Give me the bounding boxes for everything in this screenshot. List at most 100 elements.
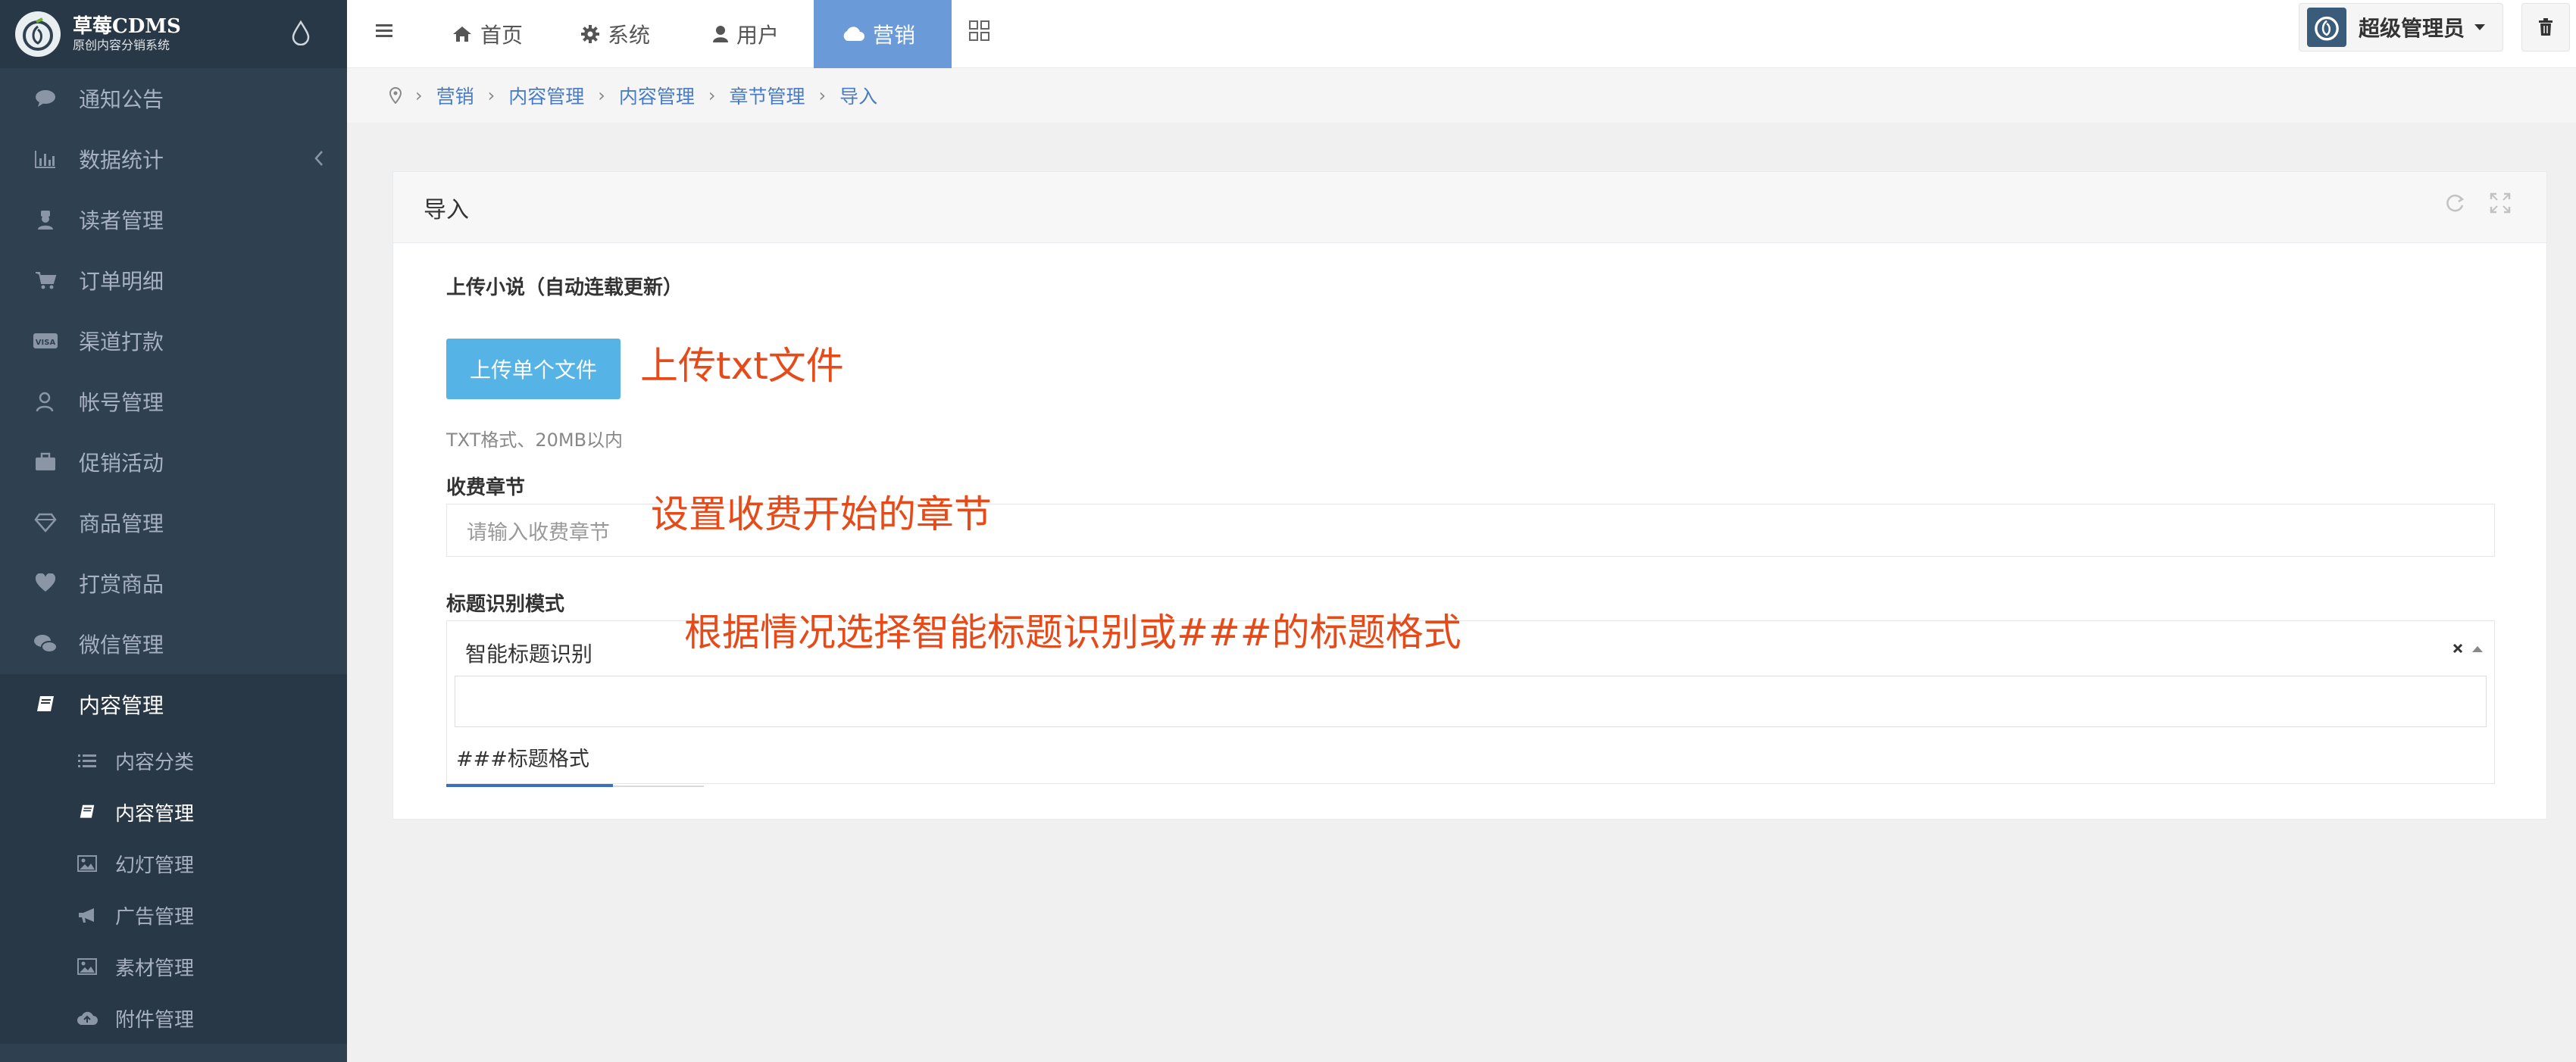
submenu-item-slides[interactable]: 幻灯管理 <box>0 838 347 889</box>
submenu-item-label: 内容分类 <box>115 751 195 774</box>
sidebar-item-label: 渠道打款 <box>79 330 164 355</box>
book-icon <box>76 804 98 820</box>
nav-marketing-label: 营销 <box>873 23 916 48</box>
caret-down-icon <box>2474 24 2486 30</box>
sidebar-item-label: 读者管理 <box>79 208 164 233</box>
chevron-left-icon <box>314 150 324 167</box>
breadcrumb-marketing[interactable]: 营销 <box>436 82 474 109</box>
sidebar-item-label: 订单明细 <box>79 269 164 294</box>
submenu-item-attachments[interactable]: 附件管理 <box>0 992 347 1044</box>
sidebar-item-payout[interactable]: VISA 渠道打款 <box>0 311 347 371</box>
upload-help-text: TXT格式、20MB以内 <box>446 429 624 451</box>
svg-text:VISA: VISA <box>36 339 56 347</box>
breadcrumb-separator: › <box>818 85 827 106</box>
bullhorn-icon <box>76 907 98 923</box>
avatar <box>2307 8 2346 47</box>
book-icon <box>30 695 61 714</box>
nav-user-label: 用户 <box>736 23 780 48</box>
breadcrumb-chapters[interactable]: 章节管理 <box>729 82 805 109</box>
theme-drop-icon[interactable] <box>291 20 311 45</box>
map-marker-icon <box>389 87 402 104</box>
cloud-icon <box>843 27 864 41</box>
upload-file-button[interactable]: 上传单个文件 <box>446 339 621 399</box>
nav-marketing[interactable]: 营销 <box>814 0 952 68</box>
fee-chapter-label: 收费章节 <box>446 476 526 499</box>
sidebar-menu: 通知公告 数据统计 读者管理 订单明细 VISA 渠道打款 帐号管理 促销活动 <box>0 68 347 735</box>
sidebar-item-label: 商品管理 <box>79 511 164 536</box>
submenu-item-content[interactable]: 内容管理 <box>0 786 347 838</box>
submenu-item-label: 素材管理 <box>115 957 195 980</box>
upload-label: 上传小说（自动连载更新） <box>446 276 683 299</box>
import-panel: 导入 上传小说（自动连载更新） 上传单个文件 上传txt文件 TXT格式、20M… <box>392 171 2547 820</box>
brand-subtitle: 原创内容分销系统 <box>73 38 170 52</box>
submenu-item-materials[interactable]: 素材管理 <box>0 941 347 992</box>
home-icon <box>453 27 471 42</box>
briefcase-icon <box>30 452 61 472</box>
sidebar-item-label: 帐号管理 <box>79 390 164 415</box>
sidebar-item-content[interactable]: 内容管理 <box>0 674 347 735</box>
clear-cache-button[interactable] <box>2521 3 2570 52</box>
apps-grid-icon[interactable] <box>968 20 991 42</box>
logo-icon <box>15 11 61 57</box>
sidebar-item-label: 打赏商品 <box>79 572 164 597</box>
breadcrumb-import[interactable]: 导入 <box>839 82 877 109</box>
visa-icon: VISA <box>30 333 61 349</box>
refresh-icon[interactable] <box>2443 192 2466 214</box>
menu-toggle-icon[interactable] <box>374 21 395 41</box>
image-icon <box>76 855 98 872</box>
sidebar-item-label: 促销活动 <box>79 451 164 476</box>
nav-system[interactable]: 系统 <box>580 0 650 68</box>
breadcrumb-content-list[interactable]: 内容管理 <box>619 82 695 109</box>
brand-title: 草莓CDMS <box>73 15 181 38</box>
top-navbar: 首页 系统 用户 营销 超级管理员 <box>347 0 2576 68</box>
user-icon <box>713 26 728 42</box>
breadcrumb-separator: › <box>487 85 496 106</box>
sidebar-item-stats[interactable]: 数据统计 <box>0 129 347 189</box>
submenu-item-label: 幻灯管理 <box>115 854 195 877</box>
sidebar-item-label: 数据统计 <box>79 148 164 173</box>
wechat-icon <box>30 633 61 654</box>
bar-chart-icon <box>30 149 61 169</box>
submenu-item-label: 内容管理 <box>115 802 195 826</box>
trash-icon <box>2539 18 2553 36</box>
sidebar-item-wechat[interactable]: 微信管理 <box>0 614 347 674</box>
sidebar-item-label: 通知公告 <box>79 87 164 112</box>
select-search-input[interactable] <box>455 676 2487 727</box>
submenu-item-label: 广告管理 <box>115 905 195 929</box>
title-mode-option[interactable]: ###标题格式 <box>456 742 589 772</box>
heart-icon <box>30 573 61 593</box>
sidebar-item-notice[interactable]: 通知公告 <box>0 68 347 129</box>
sidebar: 草莓CDMS 原创内容分销系统 通知公告 数据统计 读者管理 订单明细 VISA… <box>0 0 347 1062</box>
sidebar-item-products[interactable]: 商品管理 <box>0 492 347 553</box>
tab-underline <box>613 786 704 787</box>
panel-title: 导入 <box>424 196 469 223</box>
fee-chapter-placeholder: 请输入收费章节 <box>467 520 610 545</box>
submenu-item-ads[interactable]: 广告管理 <box>0 889 347 941</box>
sidebar-item-promotions[interactable]: 促销活动 <box>0 432 347 492</box>
clear-icon[interactable] <box>2452 642 2464 654</box>
admin-user-menu[interactable]: 超级管理员 <box>2299 3 2504 52</box>
breadcrumb-separator: › <box>598 85 605 106</box>
sidebar-item-label: 微信管理 <box>79 633 164 658</box>
fullscreen-icon[interactable] <box>2489 192 2512 214</box>
sidebar-item-rewards[interactable]: 打赏商品 <box>0 553 347 614</box>
panel-header: 导入 <box>393 172 2546 243</box>
nav-home[interactable]: 首页 <box>452 0 523 68</box>
breadcrumb-content-management[interactable]: 内容管理 <box>508 82 584 109</box>
submenu-item-category[interactable]: 内容分类 <box>0 735 347 786</box>
sidebar-item-orders[interactable]: 订单明细 <box>0 250 347 311</box>
sidebar-item-accounts[interactable]: 帐号管理 <box>0 371 347 432</box>
upload-annotation: 上传txt文件 <box>640 344 844 388</box>
title-mode-selected: 智能标题识别 <box>465 642 593 667</box>
tab-underline-active <box>446 784 613 787</box>
admin-name: 超级管理员 <box>2359 16 2465 41</box>
diamond-icon <box>30 513 61 533</box>
mode-annotation: 根据情况选择智能标题识别或###的标题格式 <box>684 611 1462 654</box>
nav-user[interactable]: 用户 <box>712 0 779 68</box>
title-mode-label: 标题识别模式 <box>446 593 565 616</box>
sidebar-item-readers[interactable]: 读者管理 <box>0 189 347 250</box>
chevron-up-icon[interactable] <box>2471 645 2484 653</box>
cart-icon <box>30 270 61 290</box>
breadcrumb-separator: › <box>415 85 423 106</box>
logo-bar: 草莓CDMS 原创内容分销系统 <box>0 0 347 68</box>
